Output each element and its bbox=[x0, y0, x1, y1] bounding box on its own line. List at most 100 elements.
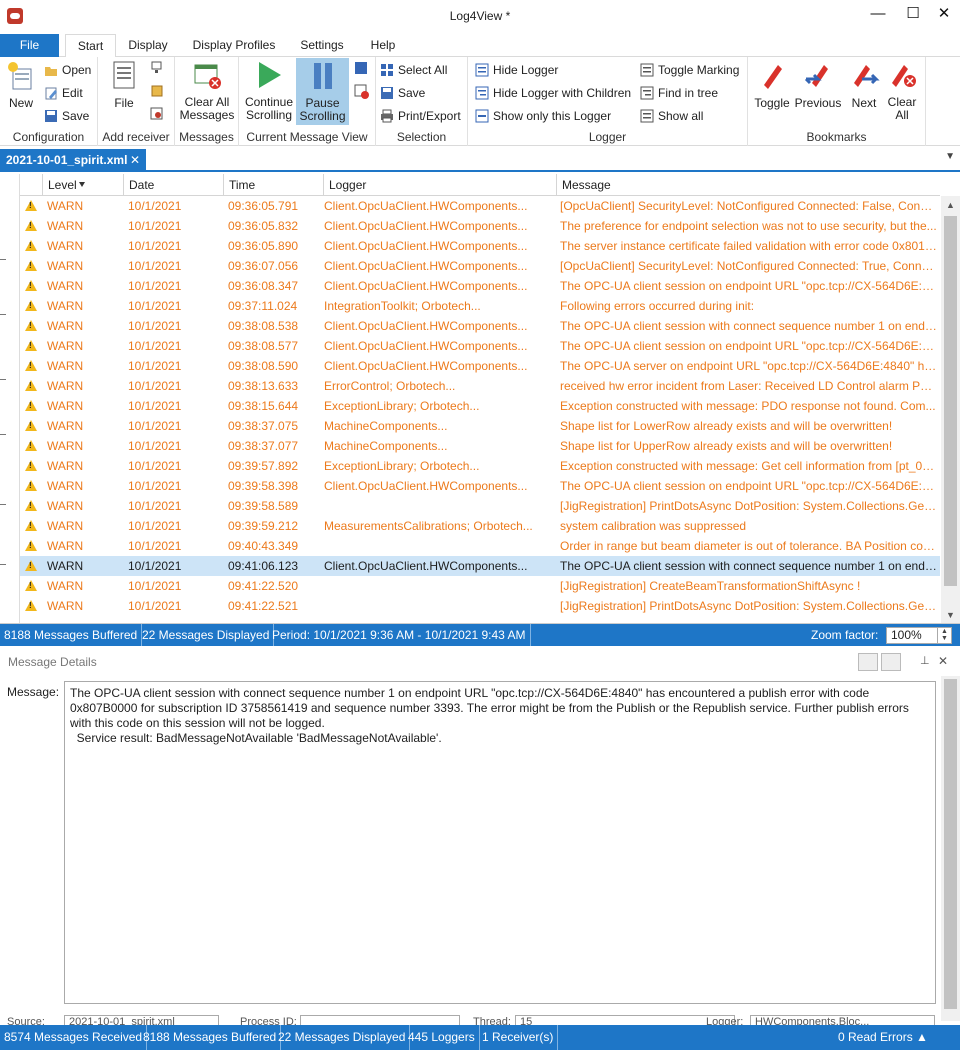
cell-level: WARN bbox=[47, 239, 84, 253]
details-scrollbar[interactable] bbox=[941, 676, 960, 1021]
tab-display[interactable]: Display bbox=[120, 34, 176, 57]
open-button[interactable]: Open bbox=[44, 60, 91, 80]
table-row[interactable]: WARN 10/1/2021 09:39:59.212 MeasurementsCal… bbox=[20, 516, 940, 536]
warning-icon bbox=[25, 380, 37, 391]
hide-logger-button[interactable]: Hide Logger bbox=[475, 60, 558, 80]
minimize-button[interactable]: — bbox=[862, 2, 894, 26]
cell-logger bbox=[324, 536, 552, 556]
tab-file[interactable]: File bbox=[0, 34, 59, 57]
table-row[interactable]: WARN 10/1/2021 09:38:08.538 Client.OpcUaCli… bbox=[20, 316, 940, 336]
table-row[interactable]: WARN 10/1/2021 09:36:05.832 Client.OpcUaCli… bbox=[20, 216, 940, 236]
table-row[interactable]: WARN 10/1/2021 09:36:07.056 Client.OpcUaCli… bbox=[20, 256, 940, 276]
scroll-down-icon[interactable]: ▼ bbox=[941, 606, 960, 623]
stop-icon[interactable] bbox=[354, 61, 368, 75]
table-row[interactable]: WARN 10/1/2021 09:36:08.347 Client.OpcUaCli… bbox=[20, 276, 940, 296]
cell-level: WARN bbox=[47, 359, 84, 373]
cell-message: The server instance certificate failed v… bbox=[560, 239, 938, 253]
edit-button[interactable]: Edit bbox=[44, 83, 83, 103]
bookmark-next-icon bbox=[854, 65, 880, 87]
status-read-errors[interactable]: 0 Read Errors ▲ bbox=[838, 1025, 928, 1049]
database-receiver-icon[interactable] bbox=[150, 84, 164, 98]
table-row[interactable]: WARN 10/1/2021 09:38:13.633 ErrorControl; O… bbox=[20, 376, 940, 396]
print-export-button[interactable]: Print/Export bbox=[380, 106, 461, 126]
clear-all-bookmarks-button[interactable]: Clear All bbox=[884, 59, 920, 122]
show-all-button[interactable]: Show all bbox=[640, 106, 703, 126]
scroll-up-icon[interactable]: ▲ bbox=[941, 196, 960, 214]
zoom-factor-input[interactable]: 100% ▲ ▼ bbox=[886, 627, 952, 644]
save-selection-button[interactable]: Save bbox=[380, 83, 425, 103]
toggle-marking-button[interactable]: Toggle Marking bbox=[640, 60, 739, 80]
cell-date: 10/1/2021 bbox=[128, 539, 182, 553]
table-row[interactable]: WARN 10/1/2021 09:39:57.892 ExceptionLibrar… bbox=[20, 456, 940, 476]
show-only-logger-button[interactable]: Show only this Logger bbox=[475, 106, 611, 126]
cell-message: The OPC-UA client session with connect s… bbox=[560, 319, 938, 333]
tab-help[interactable]: Help bbox=[362, 34, 404, 57]
cell-time: 09:39:57.892 bbox=[228, 459, 299, 473]
cell-logger: ErrorControl; Orbotech... bbox=[324, 379, 456, 393]
tab-start[interactable]: Start bbox=[65, 34, 116, 58]
table-row[interactable]: WARN 10/1/2021 09:39:58.398 Client.OpcUaCli… bbox=[20, 476, 940, 496]
column-header-level[interactable]: Level bbox=[42, 174, 123, 196]
grid-scrollbar[interactable]: ▲ ▼ bbox=[941, 196, 960, 623]
tab-list-dropdown-icon[interactable]: ▼ bbox=[945, 151, 955, 162]
clear-view-icon[interactable] bbox=[354, 84, 370, 100]
select-all-button[interactable]: Select All bbox=[380, 60, 447, 80]
tab-display-profiles[interactable]: Display Profiles bbox=[186, 34, 282, 57]
add-file-receiver-button[interactable]: File bbox=[106, 59, 142, 110]
table-row[interactable]: WARN 10/1/2021 09:37:11.024 IntegrationTool… bbox=[20, 296, 940, 316]
group-logger: Hide Logger Hide Logger with Children Sh… bbox=[468, 57, 748, 146]
table-row[interactable]: WARN 10/1/2021 09:38:15.644 ExceptionLibrar… bbox=[20, 396, 940, 416]
tab-settings[interactable]: Settings bbox=[293, 34, 351, 57]
cell-time: 09:37:11.024 bbox=[228, 299, 298, 313]
pin-icon[interactable]: ⊥ bbox=[920, 654, 930, 667]
document-tab[interactable]: 2021-10-01_spirit.xml ✕ bbox=[0, 149, 146, 172]
column-header-logger[interactable]: Logger bbox=[323, 174, 556, 196]
edit-icon bbox=[45, 87, 57, 100]
pause-scrolling-button[interactable]: Pause Scrolling bbox=[296, 58, 349, 125]
wrench-icon[interactable] bbox=[858, 653, 878, 671]
table-row[interactable]: WARN 10/1/2021 09:41:06.123 Client.OpcUaCli… bbox=[20, 556, 940, 576]
find-in-tree-button[interactable]: Find in tree bbox=[640, 83, 718, 103]
close-tab-icon[interactable]: ✕ bbox=[130, 149, 140, 171]
details-scrollbar-thumb[interactable] bbox=[944, 679, 957, 1009]
next-bookmark-button[interactable]: Next bbox=[846, 59, 882, 110]
message-text[interactable]: The OPC-UA client session with connect s… bbox=[64, 681, 936, 1004]
cell-date: 10/1/2021 bbox=[128, 439, 182, 453]
table-row[interactable]: WARN 10/1/2021 09:39:58.589 [JigRegistratio… bbox=[20, 496, 940, 516]
table-row[interactable]: WARN 10/1/2021 09:38:37.075 MachineComponen… bbox=[20, 416, 940, 436]
cell-logger: Client.OpcUaClient.HWComponents... bbox=[324, 199, 528, 213]
table-row[interactable]: WARN 10/1/2021 09:40:43.349 Order in range … bbox=[20, 536, 940, 556]
table-row[interactable]: WARN 10/1/2021 09:41:22.520 [JigRegistratio… bbox=[20, 576, 940, 596]
settings-receiver-icon[interactable] bbox=[150, 107, 164, 121]
cell-date: 10/1/2021 bbox=[128, 579, 182, 593]
group-messages: Clear All Messages Messages bbox=[175, 57, 239, 146]
cell-time: 09:38:37.075 bbox=[228, 419, 299, 433]
column-header-message[interactable]: Message bbox=[556, 174, 940, 196]
toggle-bookmark-button[interactable]: Toggle bbox=[752, 59, 792, 110]
column-header-date[interactable]: Date bbox=[123, 174, 223, 196]
column-header-time[interactable]: Time bbox=[223, 174, 323, 196]
table-row[interactable]: WARN 10/1/2021 09:41:22.521 [JigRegistratio… bbox=[20, 596, 940, 616]
grid-scrollbar-thumb[interactable] bbox=[944, 216, 957, 586]
maximize-button[interactable]: ☐ bbox=[897, 2, 929, 26]
table-row[interactable]: WARN 10/1/2021 09:38:08.577 Client.OpcUaCli… bbox=[20, 336, 940, 356]
hide-logger-children-button[interactable]: Hide Logger with Children bbox=[475, 83, 631, 103]
undo-icon[interactable] bbox=[881, 653, 901, 671]
cell-logger: MachineComponents... bbox=[324, 419, 448, 433]
filter-icon[interactable] bbox=[78, 182, 85, 187]
close-button[interactable]: ✕ bbox=[928, 2, 960, 26]
status-displayed-total: 22 Messages Displayed bbox=[274, 1025, 411, 1050]
close-panel-icon[interactable]: ✕ bbox=[938, 654, 948, 668]
continue-scrolling-button[interactable]: Continue Scrolling bbox=[243, 59, 295, 122]
table-row[interactable]: WARN 10/1/2021 09:38:08.590 Client.OpcUaCli… bbox=[20, 356, 940, 376]
new-button[interactable]: New bbox=[4, 59, 38, 110]
previous-bookmark-button[interactable]: Previous bbox=[794, 59, 842, 110]
save-config-button[interactable]: Save bbox=[44, 106, 89, 126]
warning-icon bbox=[25, 420, 37, 431]
table-row[interactable]: WARN 10/1/2021 09:38:37.077 MachineComponen… bbox=[20, 436, 940, 456]
table-row[interactable]: WARN 10/1/2021 09:36:05.890 Client.OpcUaCli… bbox=[20, 236, 940, 256]
zoom-spinner-icon[interactable]: ▲ ▼ bbox=[937, 628, 951, 643]
network-receiver-icon[interactable] bbox=[150, 61, 164, 75]
table-row[interactable]: WARN 10/1/2021 09:36:05.791 Client.OpcUaCli… bbox=[20, 196, 940, 216]
clear-all-messages-button[interactable]: Clear All Messages bbox=[178, 59, 236, 122]
